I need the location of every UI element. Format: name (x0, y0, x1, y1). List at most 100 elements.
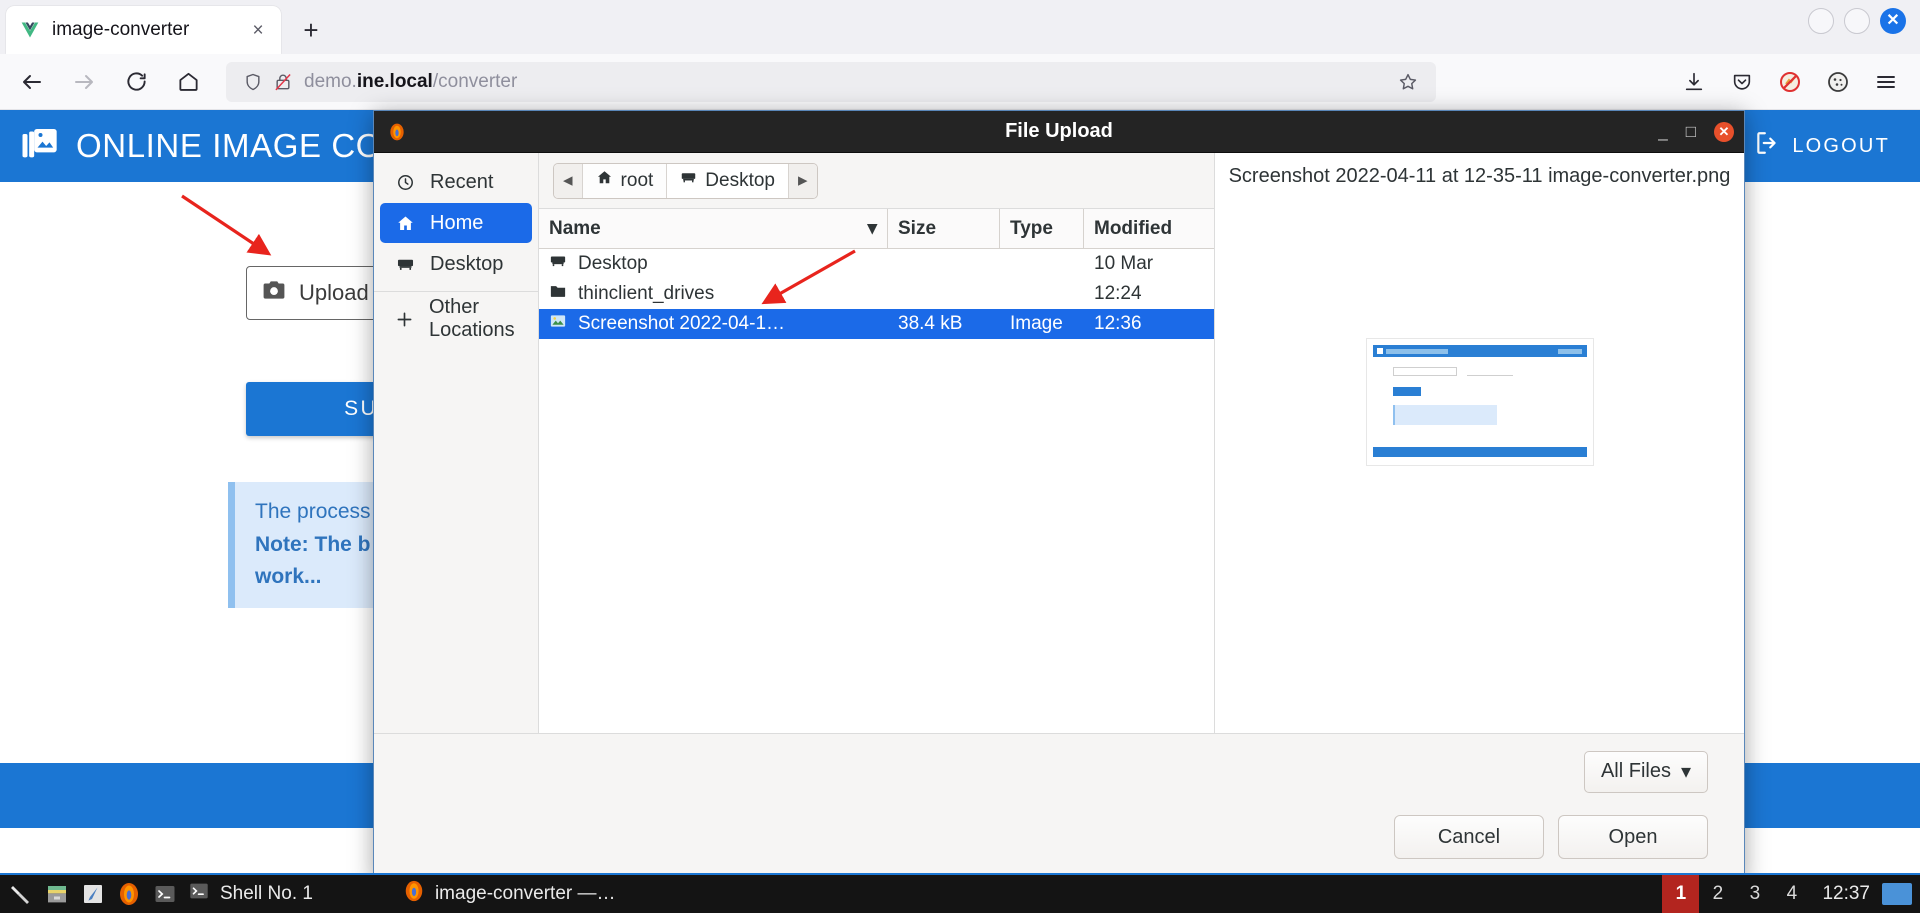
url-bar[interactable]: demo.ine.local/converter (226, 61, 1436, 102)
window-minimize-button[interactable] (1808, 8, 1834, 34)
thumb-alert (1392, 405, 1497, 425)
alert-line-2: Note: The b (255, 532, 371, 556)
file-name-cell: Screenshot 2022-04-1… (539, 309, 888, 339)
image-icon (549, 312, 567, 336)
firefox-icon (403, 880, 425, 908)
sidebar-item-desktop[interactable]: Desktop (380, 244, 532, 284)
workspace-button-2[interactable]: 2 (1699, 875, 1736, 913)
breadcrumb-item-desktop[interactable]: Desktop (667, 163, 789, 198)
lock-crossed-icon[interactable] (268, 71, 298, 93)
file-type-cell: Image (1010, 313, 1063, 334)
table-row[interactable]: thinclient_drives 12:24 (539, 279, 1214, 309)
dialog-title-bar[interactable]: File Upload _ □ ✕ (374, 111, 1744, 153)
taskbar-window-entry[interactable]: image-converter —… (403, 880, 616, 908)
file-size-cell (888, 249, 1000, 279)
breadcrumb-item-root[interactable]: root (583, 163, 668, 198)
shield-icon[interactable] (238, 72, 268, 92)
dialog-window-controls: _ □ ✕ (1658, 121, 1734, 142)
breadcrumb-label: Desktop (705, 169, 775, 191)
breadcrumb: ◂ root Desktop ▸ (553, 162, 818, 199)
close-icon[interactable]: × (245, 17, 271, 43)
browser-tab[interactable]: image-converter × (6, 6, 281, 54)
show-desktop-icon[interactable] (1882, 883, 1912, 905)
thumb-logo-icon (1376, 348, 1383, 354)
file-browser: ◂ root Desktop ▸ Name ▾ Size Type Modifi… (539, 153, 1214, 733)
cookie-icon[interactable] (1816, 62, 1860, 102)
file-filter-label: All Files (1600, 760, 1671, 782)
window-controls: ✕ (1808, 8, 1906, 34)
table-row[interactable]: Screenshot 2022-04-1… 38.4 kB Image 12:3… (539, 309, 1214, 339)
files-icon[interactable] (44, 881, 70, 907)
dialog-main: Recent Home Desktop Other Locations ◂ ro… (374, 153, 1744, 733)
column-header-modified[interactable]: Modified (1084, 209, 1214, 248)
taskbar-clock[interactable]: 12:37 (1810, 883, 1882, 905)
window-close-button[interactable]: ✕ (1880, 8, 1906, 34)
places-sidebar: Recent Home Desktop Other Locations (374, 153, 539, 733)
logout-icon (1754, 130, 1780, 162)
download-icon[interactable] (1672, 62, 1716, 102)
desktop-icon (549, 252, 567, 276)
home-icon[interactable] (168, 62, 208, 102)
breadcrumb-label: root (620, 169, 654, 191)
workspace-button-1[interactable]: 1 (1662, 875, 1700, 913)
url-text: demo.ine.local/converter (304, 70, 518, 92)
sidebar-item-home[interactable]: Home (380, 203, 532, 243)
column-header-size[interactable]: Size (888, 209, 1000, 248)
chevron-down-icon: ▾ (1680, 761, 1691, 783)
dialog-title: File Upload (1005, 120, 1113, 142)
file-size-cell (888, 279, 1000, 309)
tracking-blocked-icon[interactable] (1768, 62, 1812, 102)
firefox-icon[interactable] (116, 881, 142, 907)
menu-icon[interactable] (1864, 62, 1908, 102)
thumb-title-bar (1385, 349, 1448, 354)
editor-icon[interactable] (80, 881, 106, 907)
open-button[interactable]: Open (1558, 815, 1708, 859)
dialog-maximize-button[interactable]: □ (1686, 123, 1696, 140)
workspace-button-4[interactable]: 4 (1773, 875, 1810, 913)
logout-label: LOGOUT (1792, 134, 1890, 157)
taskbar: Shell No. 1 image-converter —… 1 2 3 4 1… (0, 873, 1920, 913)
file-filter-dropdown[interactable]: All Files ▾ (1583, 750, 1708, 793)
file-list[interactable]: Desktop 10 Mar thinclient_drives 12:24 S… (539, 249, 1214, 733)
taskbar-shell-entry[interactable]: Shell No. 1 (188, 880, 313, 908)
cancel-button[interactable]: Cancel (1394, 815, 1544, 859)
forward-arrow-icon[interactable] (64, 62, 104, 102)
back-arrow-icon[interactable] (12, 62, 52, 102)
logout-button[interactable]: LOGOUT (1742, 122, 1902, 170)
column-header-type[interactable]: Type (1000, 209, 1084, 248)
new-tab-button[interactable]: + (293, 12, 329, 48)
file-name-cell: thinclient_drives (539, 279, 888, 309)
taskbar-right: 1 2 3 4 12:37 (1662, 875, 1920, 913)
thumb-header (1372, 345, 1587, 357)
taskbar-shell-label: Shell No. 1 (220, 883, 313, 904)
thumb-footer (1372, 447, 1587, 457)
sidebar-item-label: Other Locations (429, 296, 515, 341)
home-icon (394, 214, 416, 233)
breadcrumb-next-button[interactable]: ▸ (789, 163, 817, 198)
image-stack-icon (20, 124, 60, 169)
preview-thumbnail (1365, 338, 1594, 466)
window-maximize-button[interactable] (1844, 8, 1870, 34)
star-icon[interactable] (1392, 71, 1424, 93)
breadcrumb-prev-button[interactable]: ◂ (554, 163, 583, 198)
dialog-close-button[interactable]: ✕ (1714, 121, 1734, 142)
column-header-name[interactable]: Name ▾ (539, 209, 888, 248)
file-modified-cell: 12:36 (1094, 313, 1142, 334)
dialog-filter-row: All Files ▾ (374, 733, 1744, 809)
table-row[interactable]: Desktop 10 Mar (539, 249, 1214, 279)
sidebar-item-label: Home (430, 211, 484, 234)
taskbar-window-label: image-converter —… (434, 883, 616, 904)
file-size-cell: 38.4 kB (898, 313, 963, 334)
xkill-icon[interactable] (8, 881, 34, 907)
terminal-icon[interactable] (152, 881, 178, 907)
browser-tab-bar: image-converter × + ✕ (0, 0, 1920, 54)
vue-logo-icon (20, 20, 40, 40)
sidebar-item-other-locations[interactable]: Other Locations (380, 296, 532, 341)
reload-icon[interactable] (116, 62, 156, 102)
sidebar-item-recent[interactable]: Recent (380, 162, 532, 202)
plus-icon (394, 309, 415, 330)
pocket-icon[interactable] (1720, 62, 1764, 102)
dialog-minimize-button[interactable]: _ (1658, 123, 1667, 140)
file-type-cell (1000, 279, 1084, 309)
workspace-button-3[interactable]: 3 (1736, 875, 1773, 913)
